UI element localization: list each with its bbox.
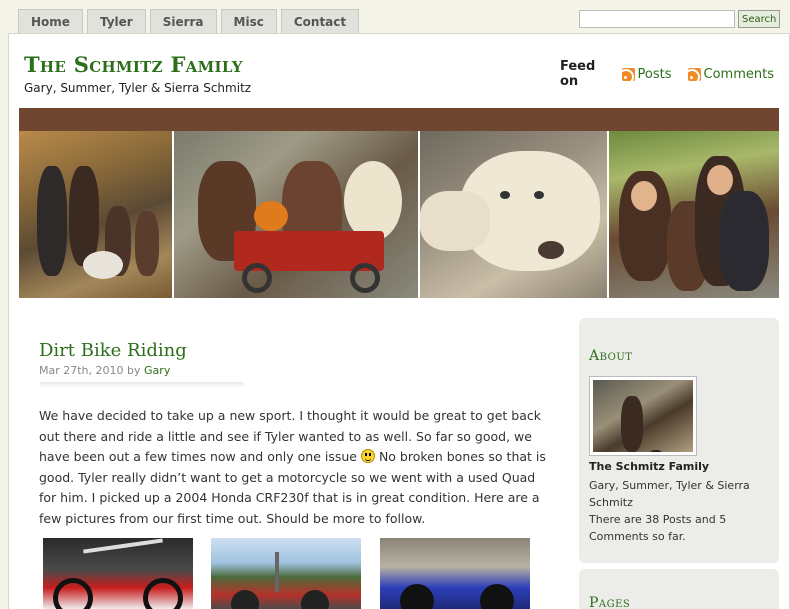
- feed-links: Feed on Posts Comments: [560, 59, 790, 89]
- tab-tyler[interactable]: Tyler: [86, 9, 146, 33]
- feed-label: Feed on: [560, 59, 596, 89]
- smiley-icon: [360, 449, 375, 463]
- post-title[interactable]: Dirt Bike Riding: [39, 340, 187, 361]
- tab-contact[interactable]: Contact: [280, 9, 360, 33]
- post-author-link[interactable]: Gary: [144, 364, 170, 377]
- post-title-divider: [39, 382, 244, 388]
- sidebar-pages-box: Pages: [579, 569, 779, 609]
- site-description: Gary, Summer, Tyler & Sierra Schmitz: [24, 81, 252, 95]
- about-family-photo[interactable]: [589, 376, 697, 456]
- header-photo-family-portrait: [609, 131, 779, 298]
- about-text: Gary, Summer, Tyler & Sierra Schmitz The…: [589, 477, 769, 545]
- post-photo-blue-quad[interactable]: [380, 538, 530, 609]
- rss-icon: [687, 67, 701, 81]
- search-button[interactable]: Search: [738, 10, 781, 28]
- tab-home[interactable]: Home: [18, 9, 83, 33]
- post-meta: Mar 27th, 2010 by Gary: [39, 364, 170, 377]
- top-navigation: Home Tyler Sierra Misc Contact: [18, 9, 360, 33]
- post-by: by: [127, 364, 141, 377]
- feed-posts-link[interactable]: Posts: [621, 66, 672, 82]
- header-photo-family-walk: [19, 131, 172, 298]
- search-input[interactable]: [579, 10, 735, 28]
- about-stats: There are 38 Posts and 5 Comments so far…: [589, 513, 727, 543]
- post-photo-dirt-bike[interactable]: [43, 538, 193, 609]
- feed-comments-label: Comments: [703, 66, 774, 82]
- sidebar-about-heading: About: [589, 348, 633, 364]
- header-banner-bar: [19, 108, 779, 131]
- post-body: We have decided to take up a new sport. …: [39, 406, 549, 529]
- search-form: Search: [579, 10, 781, 28]
- header-photo-kids-pumpkins: [174, 131, 418, 298]
- rss-icon: [621, 67, 635, 81]
- site-title[interactable]: The Schmitz Family: [24, 52, 243, 77]
- feed-comments-link[interactable]: Comments: [687, 66, 774, 82]
- tab-sierra[interactable]: Sierra: [149, 9, 217, 33]
- post-date: Mar 27th, 2010: [39, 364, 124, 377]
- tab-misc[interactable]: Misc: [220, 9, 277, 33]
- sidebar-pages-heading: Pages: [589, 595, 631, 609]
- header-photo-puppy: [420, 131, 607, 298]
- about-name: The Schmitz Family: [589, 460, 710, 473]
- about-members: Gary, Summer, Tyler & Sierra Schmitz: [589, 479, 750, 509]
- feed-posts-label: Posts: [637, 66, 672, 82]
- post-photo-quad-street[interactable]: [211, 538, 361, 609]
